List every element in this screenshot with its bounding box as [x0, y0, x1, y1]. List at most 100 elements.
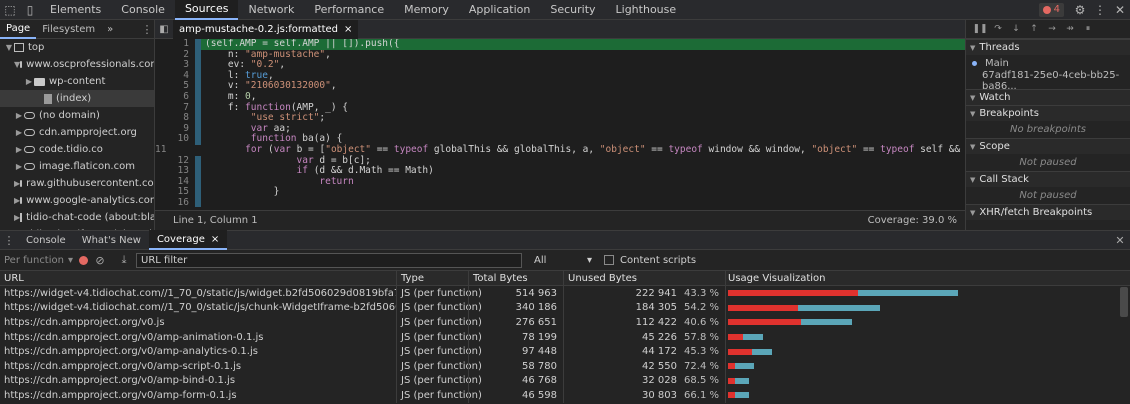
tree-item[interactable]: ▼ top	[0, 39, 154, 56]
pause-icon[interactable]: ❚❚	[972, 21, 988, 37]
line-number[interactable]: 7	[155, 102, 195, 114]
device-toolbar-icon[interactable]: ▯	[20, 0, 40, 20]
collapsed-arrow-icon[interactable]: ▶	[14, 145, 24, 154]
tab-performance[interactable]: Performance	[304, 0, 394, 20]
more-tabs-button[interactable]: »	[101, 20, 119, 39]
close-devtools-icon[interactable]: ✕	[1110, 0, 1130, 20]
table-row[interactable]: https://cdn.ampproject.org/v0/amp-script…	[0, 358, 1130, 374]
line-number[interactable]: 9	[155, 123, 195, 135]
inspect-element-icon[interactable]: ⬚	[0, 0, 20, 20]
line-number[interactable]: 15	[155, 187, 195, 198]
header-unused-bytes[interactable]: Unused Bytes	[563, 271, 725, 285]
collapsed-arrow-icon[interactable]: ▶	[14, 162, 24, 171]
step-icon[interactable]: →	[1044, 21, 1060, 37]
section-threads[interactable]: ▼ Threads	[966, 39, 1130, 55]
tree-item[interactable]: (index)	[0, 90, 154, 107]
tree-item[interactable]: ▶ wp-content	[0, 73, 154, 90]
section-scope[interactable]: ▼ Scope	[966, 138, 1130, 154]
tab-page[interactable]: Page	[0, 20, 37, 39]
url-filter-input[interactable]: URL filter	[136, 252, 522, 268]
table-row[interactable]: https://widget-v4.tidiochat.com//1_70_0/…	[0, 300, 1130, 316]
tree-item[interactable]: ▶ image.flaticon.com	[0, 158, 154, 175]
line-number[interactable]: 5	[155, 81, 195, 92]
step-out-icon[interactable]: ↑	[1026, 21, 1042, 37]
line-number[interactable]: 11	[155, 144, 172, 156]
header-total-bytes[interactable]: Total Bytes	[468, 271, 563, 285]
clear-icon[interactable]: ⊘	[94, 254, 106, 267]
step-into-icon[interactable]: ↓	[1008, 21, 1024, 37]
line-number[interactable]: 3	[155, 60, 195, 71]
content-scripts-checkbox[interactable]	[604, 255, 614, 265]
tab-lighthouse[interactable]: Lighthouse	[606, 0, 687, 20]
collapsed-arrow-icon[interactable]: ▶	[14, 128, 24, 137]
code-line[interactable]: 5 v: "2106030132000",	[155, 81, 965, 92]
pause-on-exceptions-icon[interactable]: ⏸	[1080, 21, 1096, 37]
line-number[interactable]: 8	[155, 113, 195, 124]
drawer-tab-coverage[interactable]: Coverage ×	[148, 230, 228, 250]
line-number[interactable]: 16	[155, 197, 195, 207]
expanded-arrow-icon[interactable]: ▼	[4, 43, 14, 52]
code-line[interactable]: 3 ev: "0.2",	[155, 59, 965, 71]
toggle-navigator-icon[interactable]: ◧	[155, 24, 173, 35]
tree-item[interactable]: ▶ cdn.ampproject.org	[0, 124, 154, 141]
table-row[interactable]: https://cdn.ampproject.org/v0/amp-form-0…	[0, 388, 1130, 403]
tab-console[interactable]: Console	[111, 0, 175, 20]
code-line[interactable]: 15 }	[155, 187, 965, 198]
close-drawer-icon[interactable]: ✕	[1110, 234, 1130, 247]
thread-item[interactable]: 67adf181-25e0-4ceb-bb25-ba86...	[966, 70, 1130, 92]
tree-item[interactable]: ▶tidio-chat-code (about:blank)	[0, 209, 154, 226]
more-options-icon[interactable]: ⋮	[1090, 0, 1110, 20]
tree-item[interactable]: ▶ raw.githubusercontent.com	[0, 175, 154, 192]
collapsed-arrow-icon[interactable]: ▶	[14, 111, 24, 120]
header-usage-visualization[interactable]: Usage Visualization	[725, 271, 1130, 285]
type-select[interactable]: All ▾	[534, 255, 592, 266]
header-url[interactable]: URL	[0, 273, 396, 284]
tab-filesystem[interactable]: Filesystem	[36, 20, 101, 39]
line-number[interactable]: 2	[155, 49, 195, 61]
error-badge[interactable]: 4	[1038, 2, 1064, 17]
tree-item[interactable]: ▶ code.tidio.co	[0, 141, 154, 158]
settings-icon[interactable]: ⚙	[1070, 0, 1090, 20]
export-icon[interactable]: ⤓	[118, 253, 130, 267]
editor-file-tab[interactable]: amp-mustache-0.2.js:formatted ×	[173, 19, 359, 39]
line-number[interactable]: 12	[155, 155, 195, 167]
table-row[interactable]: https://cdn.ampproject.org/v0/amp-analyt…	[0, 344, 1130, 359]
table-row[interactable]: https://cdn.ampproject.org/v0.js JS (per …	[0, 315, 1130, 330]
section-xhr-fetch-breakpoints[interactable]: ▼ XHR/fetch Breakpoints	[966, 204, 1130, 220]
more-options-icon[interactable]: ⋮	[140, 23, 154, 36]
table-row[interactable]: https://cdn.ampproject.org/v0/amp-animat…	[0, 329, 1130, 345]
drawer-tab-console[interactable]: Console	[18, 230, 74, 250]
line-number[interactable]: 6	[155, 91, 195, 103]
tree-item[interactable]: ▶ www.google-analytics.com	[0, 192, 154, 209]
tab-security[interactable]: Security	[540, 0, 605, 20]
code-line[interactable]: 11 for (var b = ["object" == typeof glob…	[155, 144, 965, 156]
tree-item[interactable]: ▼ www.oscprofessionals.com	[0, 56, 154, 73]
drawer-menu-icon[interactable]: ⋮	[0, 234, 18, 247]
deactivate-breakpoints-icon[interactable]: ⇸	[1062, 21, 1078, 37]
code-view[interactable]: 1 (self.AMP = self.AMP || []).push({2 n: …	[155, 39, 965, 207]
line-number[interactable]: 14	[155, 176, 195, 188]
line-number[interactable]: 1	[155, 39, 195, 50]
line-number[interactable]: 4	[155, 70, 195, 82]
close-icon[interactable]: ×	[211, 234, 219, 245]
tab-application[interactable]: Application	[459, 0, 540, 20]
table-scrollbar[interactable]	[1120, 287, 1128, 317]
tab-elements[interactable]: Elements	[40, 0, 111, 20]
tab-sources[interactable]: Sources	[174, 0, 239, 20]
section-call-stack[interactable]: ▼ Call Stack	[966, 171, 1130, 187]
header-type[interactable]: Type	[396, 271, 468, 285]
tab-network[interactable]: Network	[238, 0, 304, 20]
close-icon[interactable]: ×	[344, 24, 352, 35]
collapsed-arrow-icon[interactable]: ▶	[24, 77, 34, 86]
tab-memory[interactable]: Memory	[394, 0, 459, 20]
step-over-icon[interactable]: ↷	[990, 21, 1006, 37]
line-number[interactable]: 13	[155, 166, 195, 177]
tree-item[interactable]: ▶ (no domain)	[0, 107, 154, 124]
coverage-mode-select[interactable]: Per function ▾	[4, 255, 73, 266]
drawer-tab-whats-new[interactable]: What's New	[74, 230, 149, 250]
record-icon[interactable]	[79, 255, 88, 265]
section-breakpoints[interactable]: ▼ Breakpoints	[966, 105, 1130, 121]
code-line[interactable]: 16	[155, 197, 965, 207]
table-row[interactable]: https://widget-v4.tidiochat.com//1_70_0/…	[0, 286, 1130, 301]
table-row[interactable]: https://cdn.ampproject.org/v0/amp-bind-0…	[0, 373, 1130, 389]
